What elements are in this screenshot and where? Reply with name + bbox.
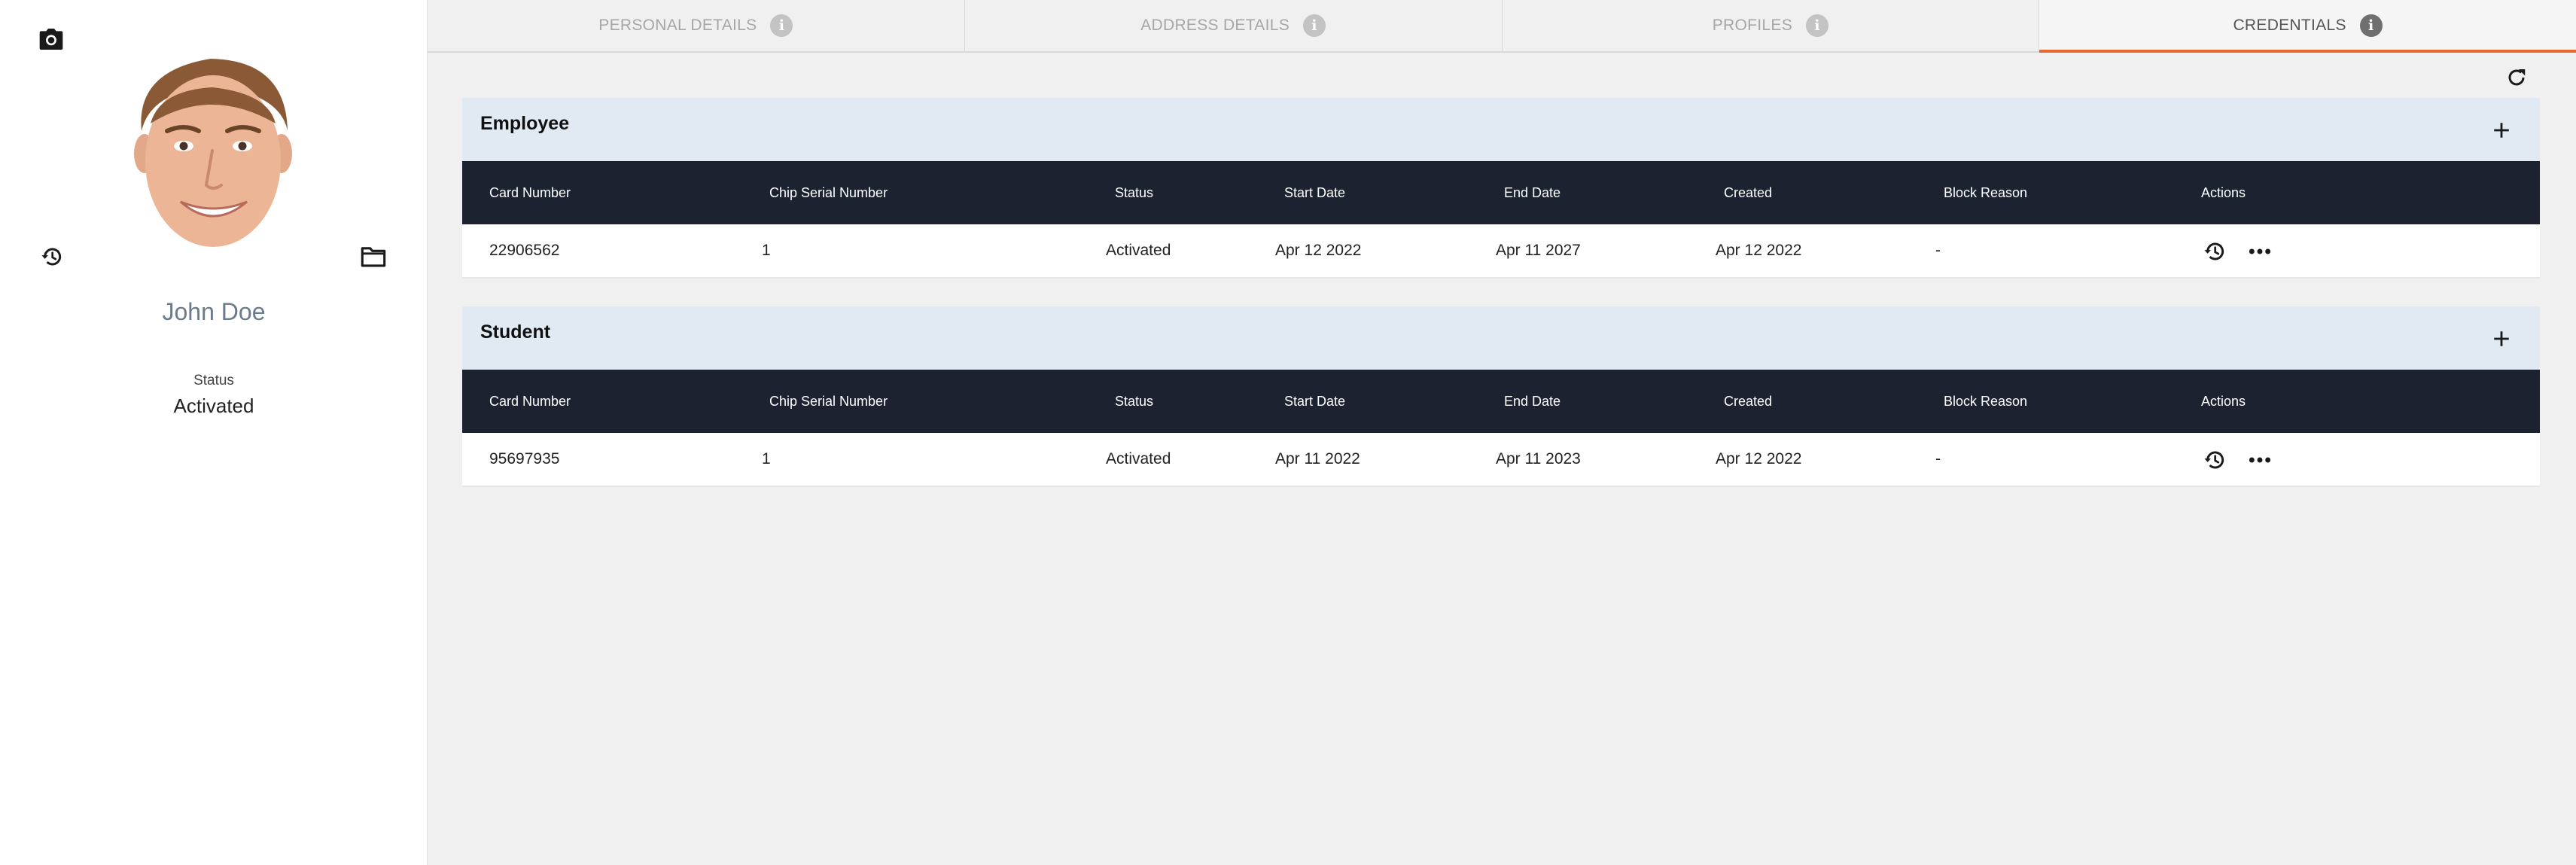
column-header[interactable]: End Date [1504, 161, 1561, 224]
status-value: Activated [173, 394, 254, 417]
column-header[interactable]: Chip Serial Number [769, 370, 888, 433]
plus-icon[interactable] [2490, 119, 2513, 142]
column-header[interactable]: Status [1115, 370, 1153, 433]
start-date: Apr 12 2022 [1275, 242, 1362, 259]
status-label: Status [193, 373, 234, 388]
plus-icon[interactable] [2490, 327, 2513, 350]
block-reason: - [1935, 242, 1941, 259]
table-header: Card Number Chip Serial Number Status St… [462, 370, 2540, 433]
table-row[interactable]: 22906562 1 Activated Apr 12 2022 Apr 11 … [462, 224, 2540, 279]
section-header: Employee [462, 98, 2540, 161]
chip-serial-number: 1 [762, 242, 771, 259]
column-header[interactable]: End Date [1504, 370, 1561, 433]
created-date: Apr 12 2022 [1716, 242, 1802, 259]
folder-icon[interactable] [358, 242, 388, 271]
refresh-icon[interactable] [2504, 65, 2529, 90]
column-header[interactable]: Chip Serial Number [769, 161, 888, 224]
tab-label: PROFILES [1712, 17, 1792, 34]
camera-icon[interactable] [38, 26, 65, 53]
created-date: Apr 12 2022 [1716, 450, 1802, 468]
start-date: Apr 11 2022 [1275, 450, 1360, 468]
history-icon[interactable] [38, 242, 66, 271]
end-date: Apr 11 2027 [1496, 242, 1581, 259]
tab-label: PERSONAL DETAILS [598, 17, 757, 34]
column-header: Actions [2201, 393, 2246, 409]
profile-panel: John Doe Status Activated [0, 0, 428, 865]
section-title: Employee [480, 113, 570, 134]
table-header: Card Number Chip Serial Number Status St… [462, 161, 2540, 224]
block-reason: - [1935, 450, 1941, 468]
tab-label: CREDENTIALS [2233, 17, 2346, 34]
card-number: 22906562 [489, 242, 560, 259]
more-horizontal-icon[interactable] [2245, 236, 2275, 267]
column-header[interactable]: Start Date [1284, 370, 1345, 433]
section-title: Student [480, 321, 551, 343]
tab-label: ADDRESS DETAILS [1140, 17, 1290, 34]
history-icon[interactable] [2200, 236, 2230, 267]
info-icon[interactable]: i [1806, 14, 1828, 37]
credential-status: Activated [1106, 450, 1171, 468]
tab-address-details[interactable]: ADDRESS DETAILS i [965, 0, 1503, 51]
credential-section-employee: Employee Card Number Chip Serial Number … [462, 98, 2540, 279]
chip-serial-number: 1 [762, 450, 771, 468]
tab-profiles[interactable]: PROFILES i [1503, 0, 2040, 51]
column-header[interactable]: Created [1724, 370, 1772, 433]
avatar [120, 41, 304, 251]
more-horizontal-icon[interactable] [2245, 445, 2275, 475]
credential-section-student: Student Card Number Chip Serial Number S… [462, 306, 2540, 487]
info-icon[interactable]: i [770, 14, 793, 37]
column-header[interactable]: Created [1724, 161, 1772, 224]
column-header: Actions [2201, 184, 2246, 200]
info-icon[interactable]: i [2359, 14, 2383, 37]
column-header[interactable]: Block Reason [1944, 370, 2027, 433]
info-icon[interactable]: i [1303, 14, 1326, 37]
column-header[interactable]: Block Reason [1944, 161, 2027, 224]
history-icon[interactable] [2200, 445, 2230, 475]
column-header[interactable]: Status [1115, 161, 1153, 224]
table-row[interactable]: 95697935 1 Activated Apr 11 2022 Apr 11 … [462, 433, 2540, 487]
tab-personal-details[interactable]: PERSONAL DETAILS i [428, 0, 965, 51]
tab-bar: PERSONAL DETAILS i ADDRESS DETAILS i PRO… [428, 0, 2576, 53]
column-header[interactable]: Card Number [489, 370, 571, 433]
credential-status: Activated [1106, 242, 1171, 259]
end-date: Apr 11 2023 [1496, 450, 1581, 468]
tab-credentials[interactable]: CREDENTIALS i [2039, 0, 2576, 53]
column-header[interactable]: Card Number [489, 161, 571, 224]
card-number: 95697935 [489, 450, 560, 468]
person-name: John Doe [162, 298, 266, 325]
section-header: Student [462, 306, 2540, 370]
column-header[interactable]: Start Date [1284, 161, 1345, 224]
